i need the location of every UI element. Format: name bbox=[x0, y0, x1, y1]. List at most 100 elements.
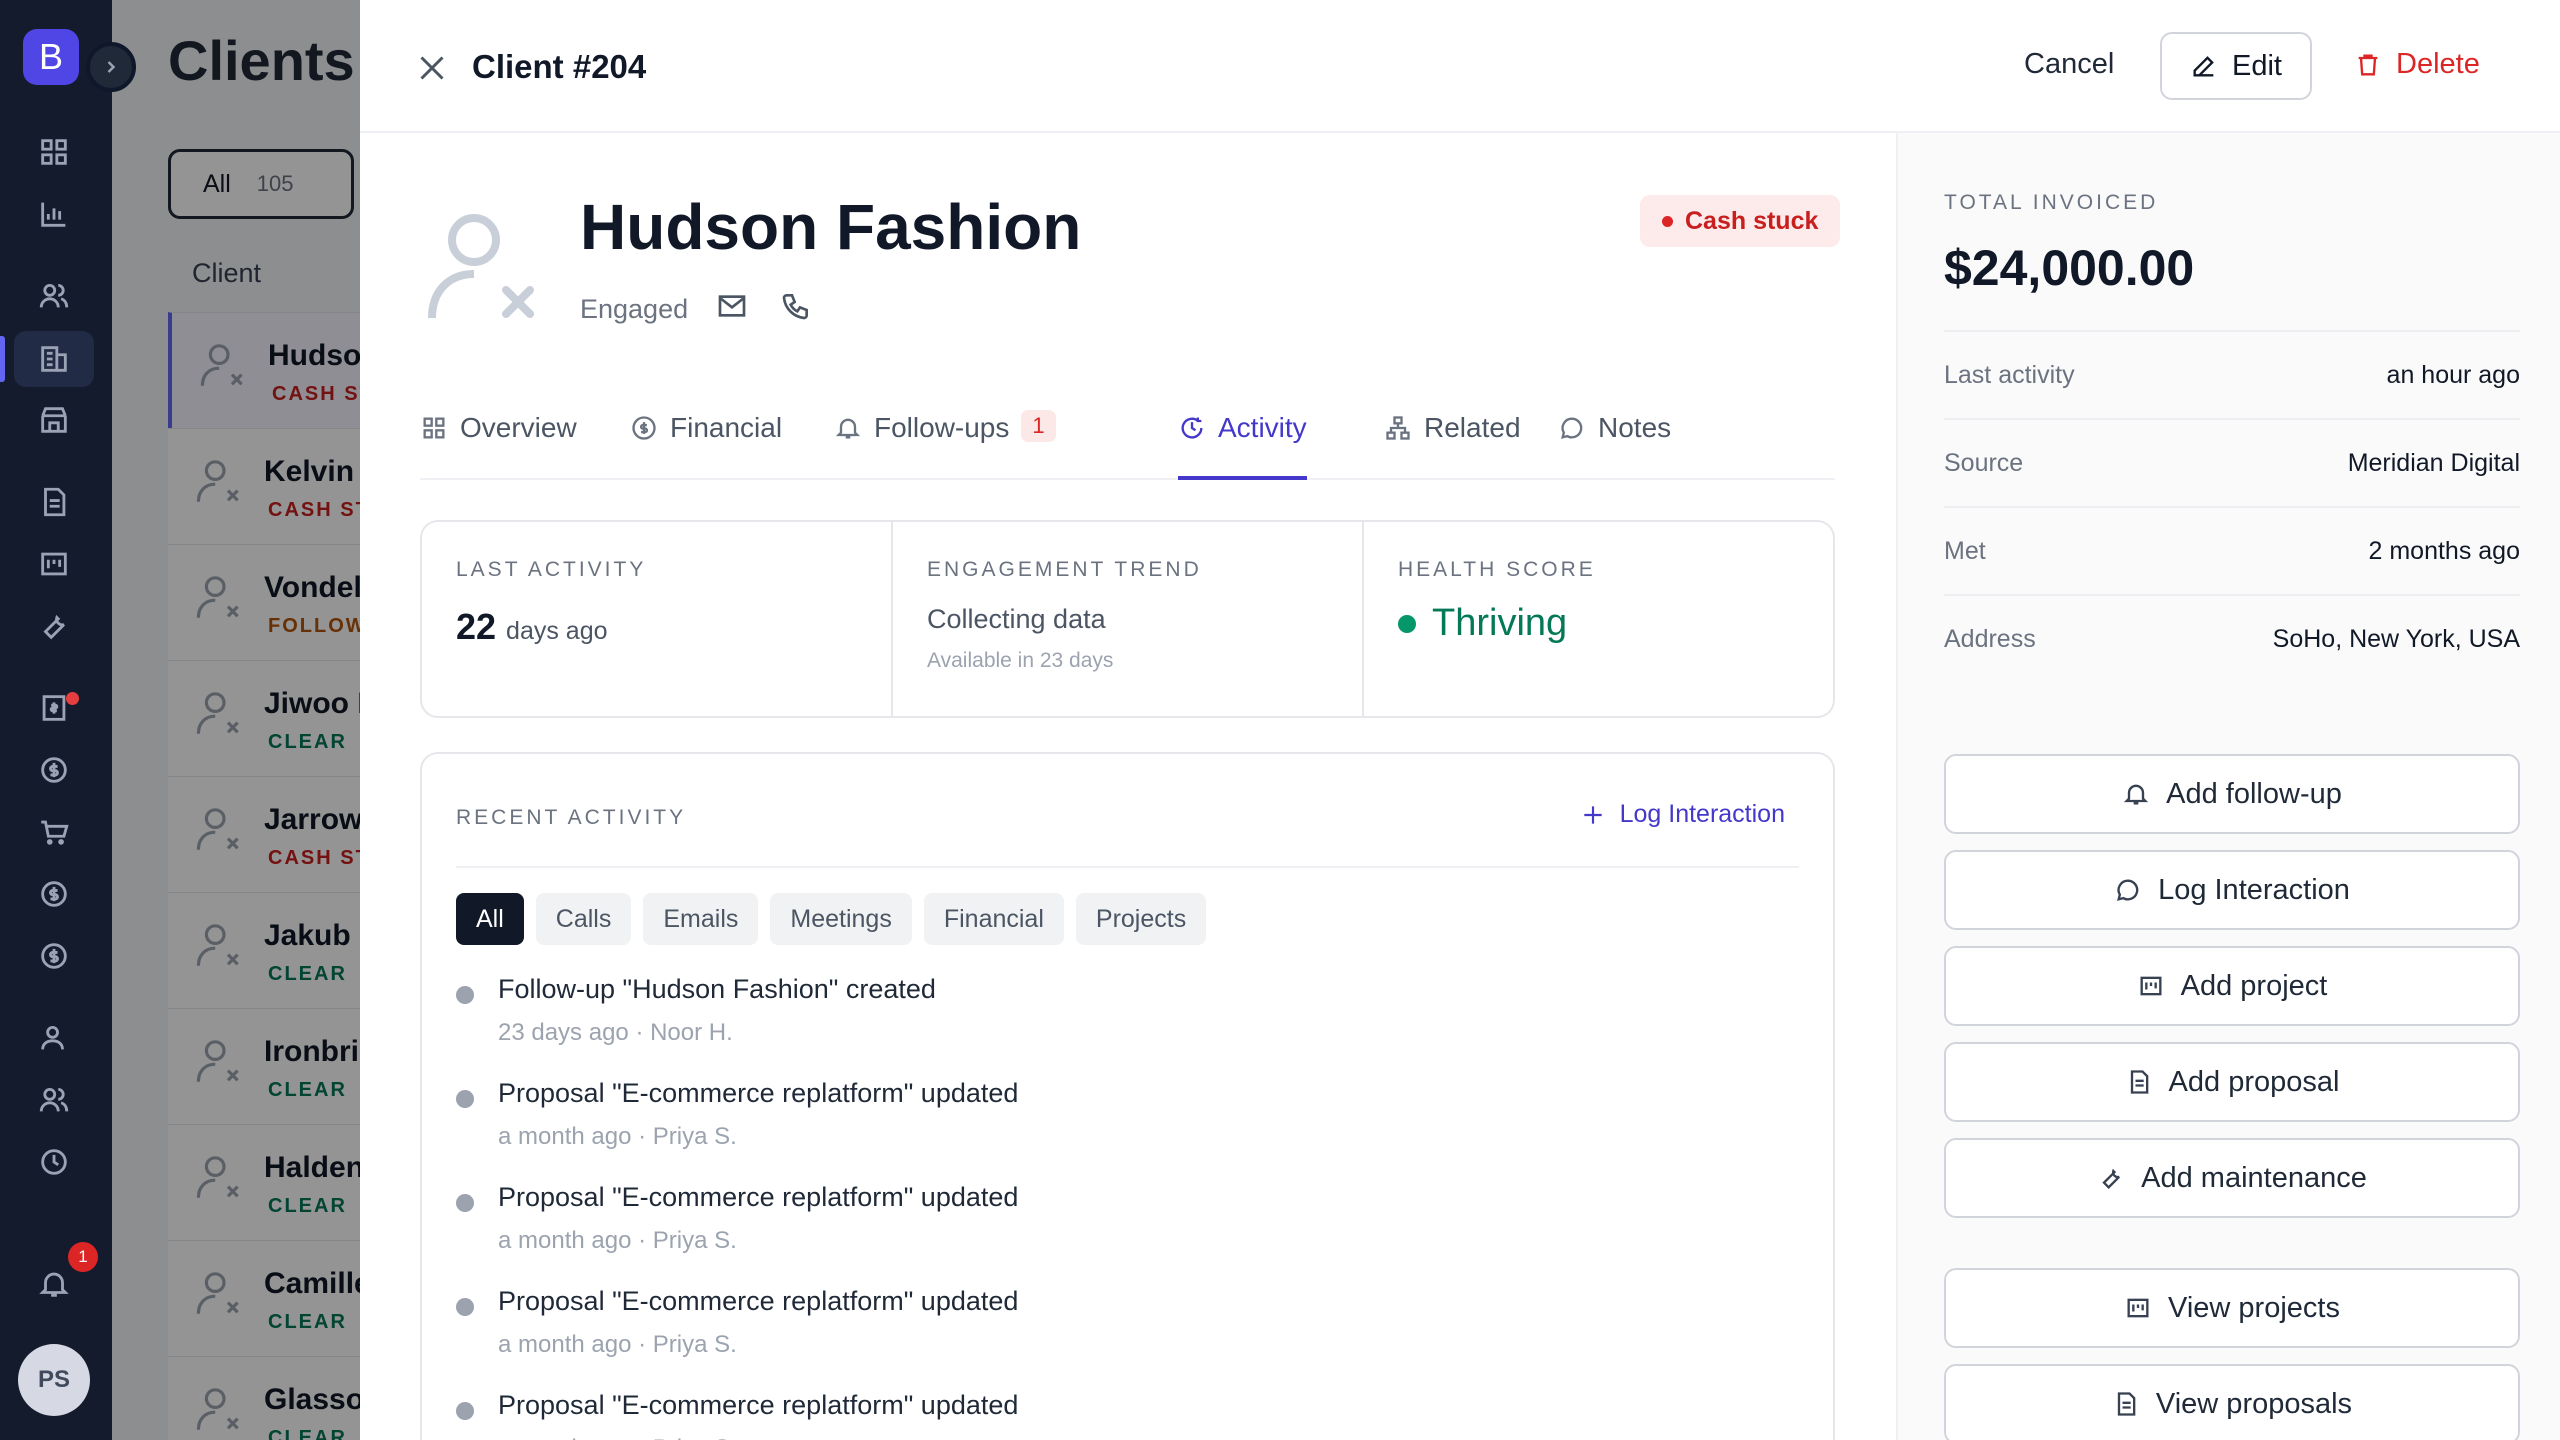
building-icon bbox=[41, 346, 67, 372]
sidebar-item-dashboard[interactable] bbox=[14, 124, 94, 180]
sidebar-item-projects[interactable] bbox=[14, 536, 94, 592]
delete-button[interactable]: Delete bbox=[2354, 48, 2480, 81]
followups-count-badge: 1 bbox=[1021, 410, 1056, 442]
edit-button[interactable]: Edit bbox=[2160, 32, 2312, 100]
detail-key: Last activity bbox=[1944, 360, 2075, 389]
chat-bubble-icon bbox=[2117, 879, 2139, 901]
dollar-circle-icon bbox=[41, 757, 67, 783]
activity-item-title: Proposal "E-commerce replatform" updated bbox=[498, 1182, 1019, 1212]
tab-activity[interactable]: Activity bbox=[1178, 412, 1307, 480]
sidebar-item-documents[interactable] bbox=[14, 474, 94, 530]
add-project-label: Add project bbox=[2180, 969, 2328, 1002]
sidebar-item-expenses[interactable] bbox=[14, 928, 94, 984]
activity-filter-projects[interactable]: Projects bbox=[1075, 893, 1207, 945]
sidebar-item-payments[interactable] bbox=[14, 742, 94, 798]
tab-overview[interactable]: Overview bbox=[420, 412, 577, 480]
activity-filter-calls[interactable]: Calls bbox=[535, 893, 632, 945]
client-stage: Engaged bbox=[580, 294, 689, 324]
team-icon bbox=[39, 1087, 69, 1112]
sidebar-item-invoices[interactable] bbox=[14, 680, 94, 736]
hierarchy-icon bbox=[1386, 416, 1410, 440]
sidebar-item-store[interactable] bbox=[14, 392, 94, 448]
stat-last-activity-label: LAST ACTIVITY bbox=[456, 558, 647, 581]
wrench-icon bbox=[43, 614, 65, 640]
add-proposal-button[interactable]: Add proposal bbox=[1944, 1042, 2520, 1122]
tab-followups-label: Follow-ups bbox=[874, 412, 1010, 443]
stat-trend-sub: Available in 23 days bbox=[927, 649, 1114, 672]
stat-health-value: Thriving bbox=[1432, 602, 1568, 644]
activity-filter-all[interactable]: All bbox=[456, 893, 524, 945]
activity-item-title: Proposal "E-commerce replatform" updated bbox=[498, 1390, 1019, 1420]
activity-filter-meetings[interactable]: Meetings bbox=[770, 893, 912, 945]
activity-filter-financial[interactable]: Financial bbox=[923, 893, 1064, 945]
mail-icon[interactable] bbox=[716, 290, 748, 322]
add-maintenance-button[interactable]: Add maintenance bbox=[1944, 1138, 2520, 1218]
activity-item: Proposal "E-commerce replatform" updated… bbox=[456, 1286, 1018, 1390]
add-project-button[interactable]: Add project bbox=[1944, 946, 2520, 1026]
detail-value: SoHo, New York, USA bbox=[2272, 624, 2520, 653]
view-projects-label: View projects bbox=[2168, 1291, 2340, 1324]
log-interaction-link[interactable]: Log Interaction bbox=[1580, 800, 1785, 829]
sidebar-active-indicator bbox=[0, 336, 5, 382]
stat-last-activity-value: 22 bbox=[456, 606, 497, 647]
grid-icon bbox=[41, 139, 67, 165]
sidebar-expand-button[interactable] bbox=[86, 42, 136, 92]
divider bbox=[456, 866, 1799, 868]
user-avatar[interactable]: PS bbox=[18, 1344, 90, 1416]
timeline-dot bbox=[456, 1194, 474, 1212]
detail-key: Met bbox=[1944, 536, 1986, 565]
sidebar-item-revenue[interactable] bbox=[14, 866, 94, 922]
sidebar-item-clients[interactable] bbox=[14, 331, 94, 387]
stat-last-activity: LAST ACTIVITY 22 days ago bbox=[422, 522, 893, 716]
activity-feed: Follow-up "Hudson Fashion" created 23 day… bbox=[456, 974, 1018, 1440]
sidebar-item-analytics[interactable] bbox=[14, 186, 94, 242]
cancel-button[interactable]: Cancel bbox=[2024, 48, 2114, 81]
log-interaction-button[interactable]: Log Interaction bbox=[1944, 850, 2520, 930]
view-projects-button[interactable]: View projects bbox=[1944, 1268, 2520, 1348]
sidebar-item-contacts[interactable] bbox=[14, 268, 94, 324]
activity-item-title: Follow-up "Hudson Fashion" created bbox=[498, 974, 936, 1004]
tab-notes[interactable]: Notes bbox=[1558, 412, 1671, 480]
dollar-circle-icon bbox=[41, 943, 67, 969]
app-logo[interactable]: B bbox=[23, 29, 79, 85]
users-icon bbox=[39, 283, 69, 308]
activity-item-meta: a month ago · Priya S. bbox=[498, 1435, 1018, 1440]
phone-icon[interactable] bbox=[780, 290, 812, 322]
activity-item: Proposal "E-commerce replatform" updated… bbox=[456, 1390, 1018, 1440]
sidebar-item-maintenance[interactable] bbox=[14, 598, 94, 654]
panel-header: Client #204 Cancel Edit Delete bbox=[360, 0, 2560, 133]
recent-activity-title: RECENT ACTIVITY bbox=[456, 806, 687, 829]
stat-trend-label: ENGAGEMENT TREND bbox=[927, 558, 1202, 581]
activity-clock-icon bbox=[1181, 417, 1203, 439]
sidebar-item-orders[interactable] bbox=[14, 804, 94, 860]
document-icon bbox=[2130, 1070, 2148, 1094]
tab-followups[interactable]: Follow-ups 1 bbox=[834, 410, 1056, 480]
activity-item-title: Proposal "E-commerce replatform" updated bbox=[498, 1078, 1019, 1108]
bar-chart-icon bbox=[41, 202, 66, 227]
delete-label: Delete bbox=[2396, 48, 2480, 80]
chat-bubble-icon bbox=[1561, 417, 1583, 439]
activity-item: Proposal "E-commerce replatform" updated… bbox=[456, 1078, 1018, 1182]
tab-financial[interactable]: Financial bbox=[630, 412, 782, 480]
sidebar-item-team[interactable] bbox=[14, 1072, 94, 1128]
tab-related-label: Related bbox=[1424, 412, 1521, 443]
stat-health-score: HEALTH SCORE Thriving bbox=[1364, 522, 1833, 716]
dollar-circle-icon bbox=[632, 416, 656, 440]
view-proposals-label: View proposals bbox=[2155, 1387, 2353, 1420]
tab-related[interactable]: Related bbox=[1384, 412, 1521, 480]
trash-icon bbox=[2358, 54, 2378, 75]
detail-row: Last activity an hour ago bbox=[1944, 330, 2520, 418]
activity-item-meta: a month ago · Priya S. bbox=[498, 1123, 737, 1150]
stat-trend-value: Collecting data bbox=[927, 604, 1106, 634]
sidebar-item-account[interactable] bbox=[14, 1010, 94, 1066]
add-followup-button[interactable]: Add follow-up bbox=[1944, 754, 2520, 834]
activity-item-title: Proposal "E-commerce replatform" updated bbox=[498, 1286, 1019, 1316]
sidebar-item-history[interactable] bbox=[14, 1134, 94, 1190]
modal-backdrop[interactable] bbox=[112, 0, 360, 1440]
timeline-dot bbox=[456, 1090, 474, 1108]
view-proposals-button[interactable]: View proposals bbox=[1944, 1364, 2520, 1440]
activity-filter-emails[interactable]: Emails bbox=[643, 893, 759, 945]
activity-item-meta: a month ago · Priya S. bbox=[498, 1227, 737, 1254]
close-icon[interactable] bbox=[414, 50, 450, 86]
detail-value: Meridian Digital bbox=[2347, 448, 2520, 477]
